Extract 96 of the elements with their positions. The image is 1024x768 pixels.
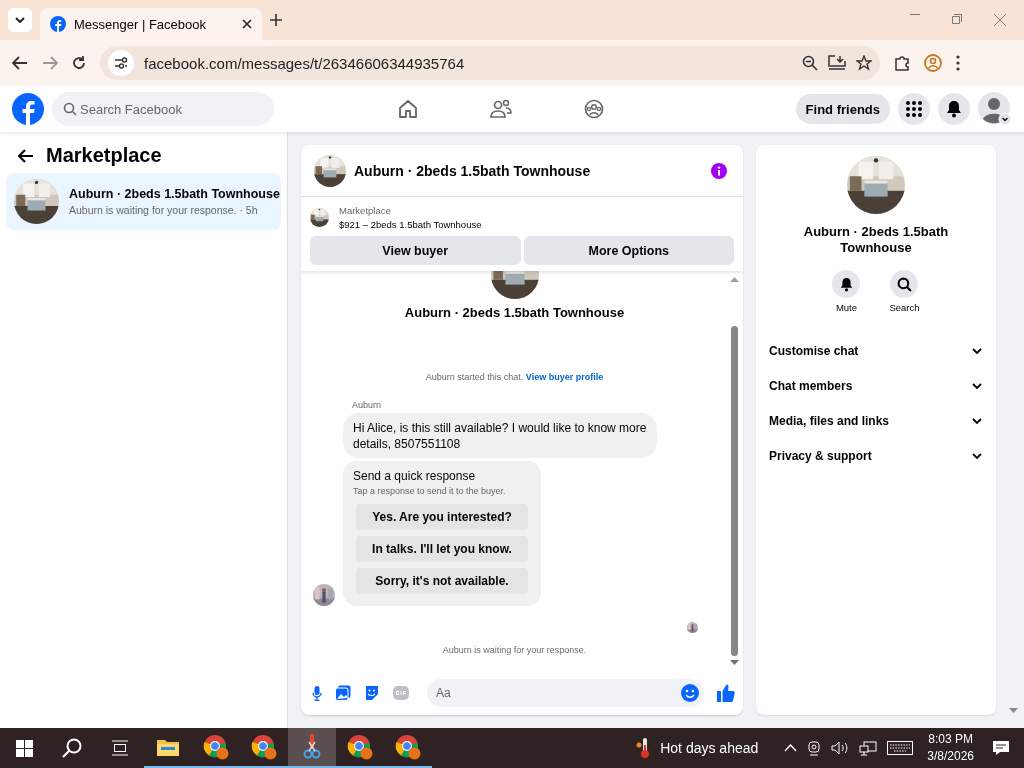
chevron-up-icon[interactable] [784, 744, 798, 752]
speaker-icon[interactable] [831, 741, 850, 755]
forward-icon[interactable] [42, 56, 58, 70]
bell-icon [839, 276, 853, 292]
chevron-down-icon [972, 347, 982, 354]
groups-icon[interactable] [584, 99, 604, 119]
camera-icon[interactable] [807, 740, 822, 756]
scissors-icon [302, 734, 322, 760]
status-message: Auburn is waiting for your response. [442, 645, 587, 655]
weather-text[interactable]: Hot days ahead [660, 740, 759, 756]
scrollbar-thumb[interactable] [730, 326, 738, 656]
zoom-out-icon[interactable] [802, 55, 818, 71]
chevron-down-icon [972, 382, 982, 389]
star-icon[interactable] [856, 55, 872, 71]
quick-response-button[interactable]: In talks. I'll let you know. [356, 536, 528, 562]
chevron-down-icon [972, 417, 982, 424]
quick-response-title: Send a quick response [353, 469, 477, 483]
chat-title: Auburn · 2beds 1.5bath Townhouse [354, 162, 592, 179]
browser-tab[interactable]: Messenger | Facebook [40, 8, 262, 40]
site-settings-icon[interactable] [114, 57, 128, 69]
message-bubble: Hi Alice, is this still available? I would like to know more details, 8507551108 [343, 413, 657, 458]
quick-response-hint: Tap a response to send it to the buyer. [353, 486, 507, 496]
search-icon [897, 276, 912, 292]
windows-logo-icon [15, 739, 33, 757]
minimize-icon[interactable] [910, 14, 920, 16]
conversation-title: Auburn · 2beds 1.5bath Townhouse [69, 187, 280, 201]
account-avatar-icon[interactable] [978, 92, 1012, 126]
browser-icon [251, 734, 277, 760]
conversation-preview: Auburn is waiting for your response. · 5h [69, 204, 259, 216]
grid-menu-icon [906, 101, 922, 117]
time-text: 8:03 PM [927, 731, 974, 748]
conversation-item[interactable]: Auburn · 2beds 1.5bath Townhouse Auburn is waiting for your response. · 5h [6, 173, 281, 230]
home-icon[interactable] [398, 99, 418, 119]
section-header[interactable]: Customise chat [768, 333, 984, 368]
back-arrow-icon[interactable] [18, 148, 34, 163]
folder-icon [157, 738, 179, 756]
listing-summary: $921 – 2beds 1.5bath Townhouse [339, 219, 482, 230]
url-text: facebook.com/messages/t/26346606344935764 [144, 54, 466, 72]
profile-icon[interactable] [924, 54, 942, 72]
message-input[interactable]: Aa [427, 679, 704, 707]
browser-icon [347, 734, 373, 760]
find-friends-button[interactable]: Find friends [795, 94, 890, 124]
section-header[interactable]: Media, files and links [768, 403, 984, 438]
scroll-down-icon[interactable] [1009, 708, 1018, 713]
microphone-icon[interactable] [312, 685, 322, 701]
reload-icon[interactable] [72, 56, 86, 70]
tab-title: Messenger | Facebook [74, 16, 207, 32]
search-icon [62, 738, 82, 758]
back-icon[interactable] [12, 56, 28, 70]
facebook-icon [50, 16, 66, 32]
puzzle-icon[interactable] [894, 55, 910, 71]
section-header[interactable]: Privacy & support [768, 438, 984, 473]
image-icon[interactable] [335, 685, 351, 701]
menu-button[interactable] [898, 93, 930, 125]
emoji-icon[interactable] [681, 684, 699, 702]
install-icon[interactable] [828, 55, 846, 71]
action-button[interactable]: View buyer [310, 236, 521, 265]
new-tab-icon[interactable] [270, 14, 282, 26]
chevron-down-icon [972, 452, 982, 459]
notification-icon[interactable] [992, 740, 1010, 756]
sender-name: Auburn [352, 400, 383, 410]
sidebar-title: Marketplace [46, 144, 162, 167]
scroll-up-icon[interactable] [729, 277, 739, 282]
section-header[interactable]: Chat members [768, 368, 984, 403]
date-text: 3/8/2026 [927, 748, 974, 765]
system-message: Auburn started this chat. View buyer profile [425, 372, 604, 382]
close-icon[interactable] [242, 19, 252, 29]
search-field[interactable]: Search Facebook [52, 92, 274, 126]
action-button[interactable]: More Options [523, 236, 734, 265]
thermometer-icon [636, 737, 651, 759]
keyboard-icon[interactable] [887, 741, 914, 755]
info-icon[interactable] [711, 162, 727, 179]
profile-name: Auburn · 2beds 1.5bath Townhouse [404, 305, 625, 320]
bell-icon [946, 100, 962, 118]
browser-icon [203, 734, 229, 760]
thumbs-up-icon[interactable] [717, 684, 735, 702]
listing-label: Marketplace [339, 205, 392, 216]
facebook-logo-icon[interactable] [12, 93, 44, 125]
network-icon[interactable] [859, 740, 878, 756]
browser-icon [395, 734, 421, 760]
search-icon [63, 102, 77, 116]
tab-list-button[interactable] [8, 8, 32, 32]
conversation-name: Auburn · 2beds 1.5bath Townhouse [802, 224, 950, 256]
menu-icon[interactable] [956, 55, 960, 71]
sticker-icon[interactable] [364, 685, 380, 701]
scroll-down-icon[interactable] [729, 660, 739, 665]
quick-response-button[interactable]: Sorry, it's not available. [356, 568, 528, 594]
friends-icon[interactable] [490, 99, 512, 119]
clock[interactable]: 8:03 PM 3/8/2026 [927, 731, 974, 765]
task-view-icon [111, 740, 129, 756]
chevron-down-icon [15, 17, 25, 23]
notifications-button[interactable] [938, 93, 970, 125]
quick-response-button[interactable]: Yes. Are you interested? [356, 504, 528, 530]
restore-icon[interactable] [952, 14, 962, 24]
view-buyer-profile-link[interactable]: View buyer profile [525, 372, 604, 382]
address-bar[interactable]: facebook.com/messages/t/26346606344935764 [100, 46, 880, 80]
